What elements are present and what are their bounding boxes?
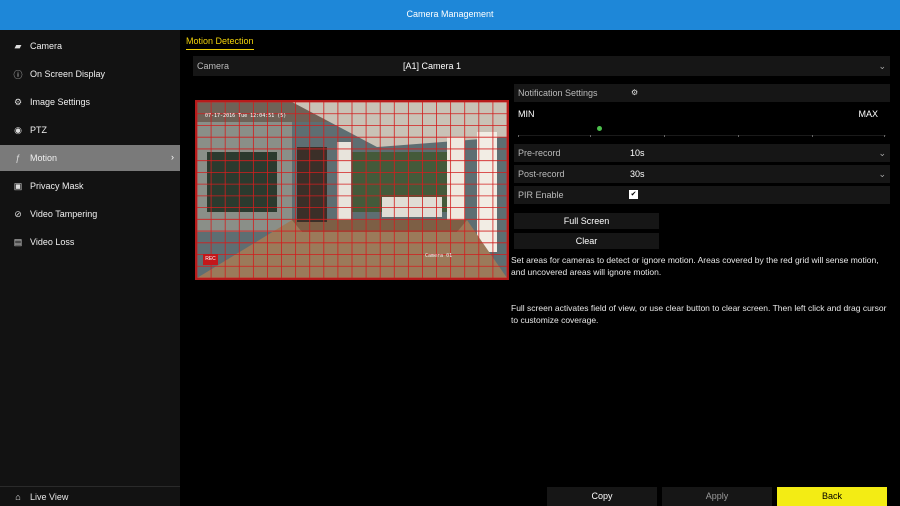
timestamp-overlay: 07-17-2016 Tue 12:04:51 (5) bbox=[205, 113, 287, 119]
camera-overlay-label: Camera 01 bbox=[425, 253, 453, 259]
sensitivity-slider[interactable]: MIN MAX bbox=[514, 107, 890, 147]
post-record-value: 30s bbox=[630, 169, 645, 179]
tab-motion-detection[interactable]: Motion Detection bbox=[186, 36, 254, 50]
sidebar-item-label: PTZ bbox=[30, 125, 47, 135]
notification-settings-label: Notification Settings bbox=[518, 88, 598, 98]
sidebar-item-image-settings[interactable]: ⚙ Image Settings bbox=[0, 89, 180, 115]
window-title: Camera Management bbox=[406, 9, 494, 19]
full-screen-button[interactable]: Full Screen bbox=[514, 213, 659, 229]
back-button[interactable]: Back bbox=[777, 487, 887, 506]
slider-tick bbox=[590, 135, 591, 137]
sidebar-item-label: Camera bbox=[30, 41, 63, 51]
camera-value: [A1] Camera 1 bbox=[403, 61, 462, 71]
camera-select[interactable]: Camera [A1] Camera 1 ⌄ bbox=[193, 56, 890, 76]
clear-button[interactable]: Clear bbox=[514, 233, 659, 249]
slider-track[interactable] bbox=[518, 135, 886, 136]
help-text-grid: Set areas for cameras to detect or ignor… bbox=[511, 255, 879, 277]
sidebar-item-label: Motion bbox=[30, 153, 58, 163]
sidebar-item-label: Image Settings bbox=[30, 97, 91, 107]
sidebar-item-video-tampering[interactable]: ⊘ Video Tampering bbox=[0, 201, 180, 227]
ptz-icon: ◉ bbox=[14, 124, 22, 135]
camera-label: Camera bbox=[197, 61, 230, 71]
sidebar-item-privacy-mask[interactable]: ▣ Privacy Mask bbox=[0, 173, 180, 199]
sensitivity-max-label: MAX bbox=[858, 109, 878, 119]
live-view-button[interactable]: ⌂ Live View bbox=[0, 486, 180, 506]
apply-button[interactable]: Apply bbox=[662, 487, 772, 506]
sidebar-item-label: Video Tampering bbox=[30, 209, 98, 219]
no-entry-icon: ⊘ bbox=[14, 208, 22, 219]
video-loss-icon: ▤ bbox=[13, 236, 23, 247]
slider-tick bbox=[738, 135, 739, 137]
notification-settings-row[interactable]: Notification Settings ⚙ bbox=[514, 84, 890, 102]
info-icon: ⓘ bbox=[13, 69, 23, 80]
sidebar-item-video-loss[interactable]: ▤ Video Loss bbox=[0, 229, 180, 255]
camera-icon: ▰ bbox=[14, 40, 22, 51]
sidebar-item-camera[interactable]: ▰ Camera bbox=[0, 33, 180, 59]
pir-enable-label: PIR Enable bbox=[518, 190, 564, 200]
pir-enable-checkbox[interactable]: ✔ bbox=[629, 190, 638, 199]
sidebar: ▰ Camera ⓘ On Screen Display ⚙ Image Set… bbox=[0, 30, 180, 506]
motion-icon: ƒ bbox=[15, 153, 21, 163]
slider-tick bbox=[664, 135, 665, 137]
pre-record-select[interactable]: Pre-record 10s ⌄ bbox=[514, 144, 890, 162]
slider-tick bbox=[812, 135, 813, 137]
slider-tick bbox=[884, 135, 885, 137]
sidebar-item-label: Privacy Mask bbox=[30, 181, 84, 191]
chevron-down-icon: ⌄ bbox=[878, 169, 886, 179]
slider-knob[interactable] bbox=[596, 126, 602, 131]
main-panel: Motion Detection Camera [A1] Camera 1 ⌄ bbox=[180, 30, 900, 506]
gear-icon[interactable]: ⚙ bbox=[631, 88, 638, 97]
sidebar-item-on-screen-display[interactable]: ⓘ On Screen Display bbox=[0, 61, 180, 87]
camera-preview-grid[interactable]: 07-17-2016 Tue 12:04:51 (5) REC Camera 0… bbox=[195, 100, 509, 280]
sensitivity-min-label: MIN bbox=[518, 109, 535, 119]
chevron-right-icon: › bbox=[171, 152, 174, 162]
privacy-mask-icon: ▣ bbox=[13, 180, 23, 191]
slider-tick bbox=[518, 135, 519, 137]
live-view-label: Live View bbox=[30, 491, 69, 502]
sidebar-item-label: Video Loss bbox=[30, 237, 75, 247]
post-record-select[interactable]: Post-record 30s ⌄ bbox=[514, 165, 890, 183]
image-settings-icon: ⚙ bbox=[13, 96, 23, 107]
sidebar-item-motion[interactable]: ƒ Motion › bbox=[0, 145, 180, 171]
copy-button[interactable]: Copy bbox=[547, 487, 657, 506]
rec-badge: REC bbox=[203, 254, 218, 265]
sidebar-item-label: On Screen Display bbox=[30, 69, 106, 79]
chevron-down-icon: ⌄ bbox=[878, 61, 886, 71]
pre-record-value: 10s bbox=[630, 148, 645, 158]
home-icon: ⌂ bbox=[15, 491, 21, 502]
post-record-label: Post-record bbox=[518, 169, 565, 179]
sidebar-item-ptz[interactable]: ◉ PTZ bbox=[0, 117, 180, 143]
camera-scene bbox=[197, 102, 507, 278]
chevron-down-icon: ⌄ bbox=[878, 148, 886, 158]
pir-enable-row: PIR Enable ✔ bbox=[514, 186, 890, 204]
title-bar: Camera Management bbox=[0, 0, 900, 30]
help-text-fullscreen: Full screen activates field of view, or … bbox=[511, 303, 887, 325]
pre-record-label: Pre-record bbox=[518, 148, 561, 158]
